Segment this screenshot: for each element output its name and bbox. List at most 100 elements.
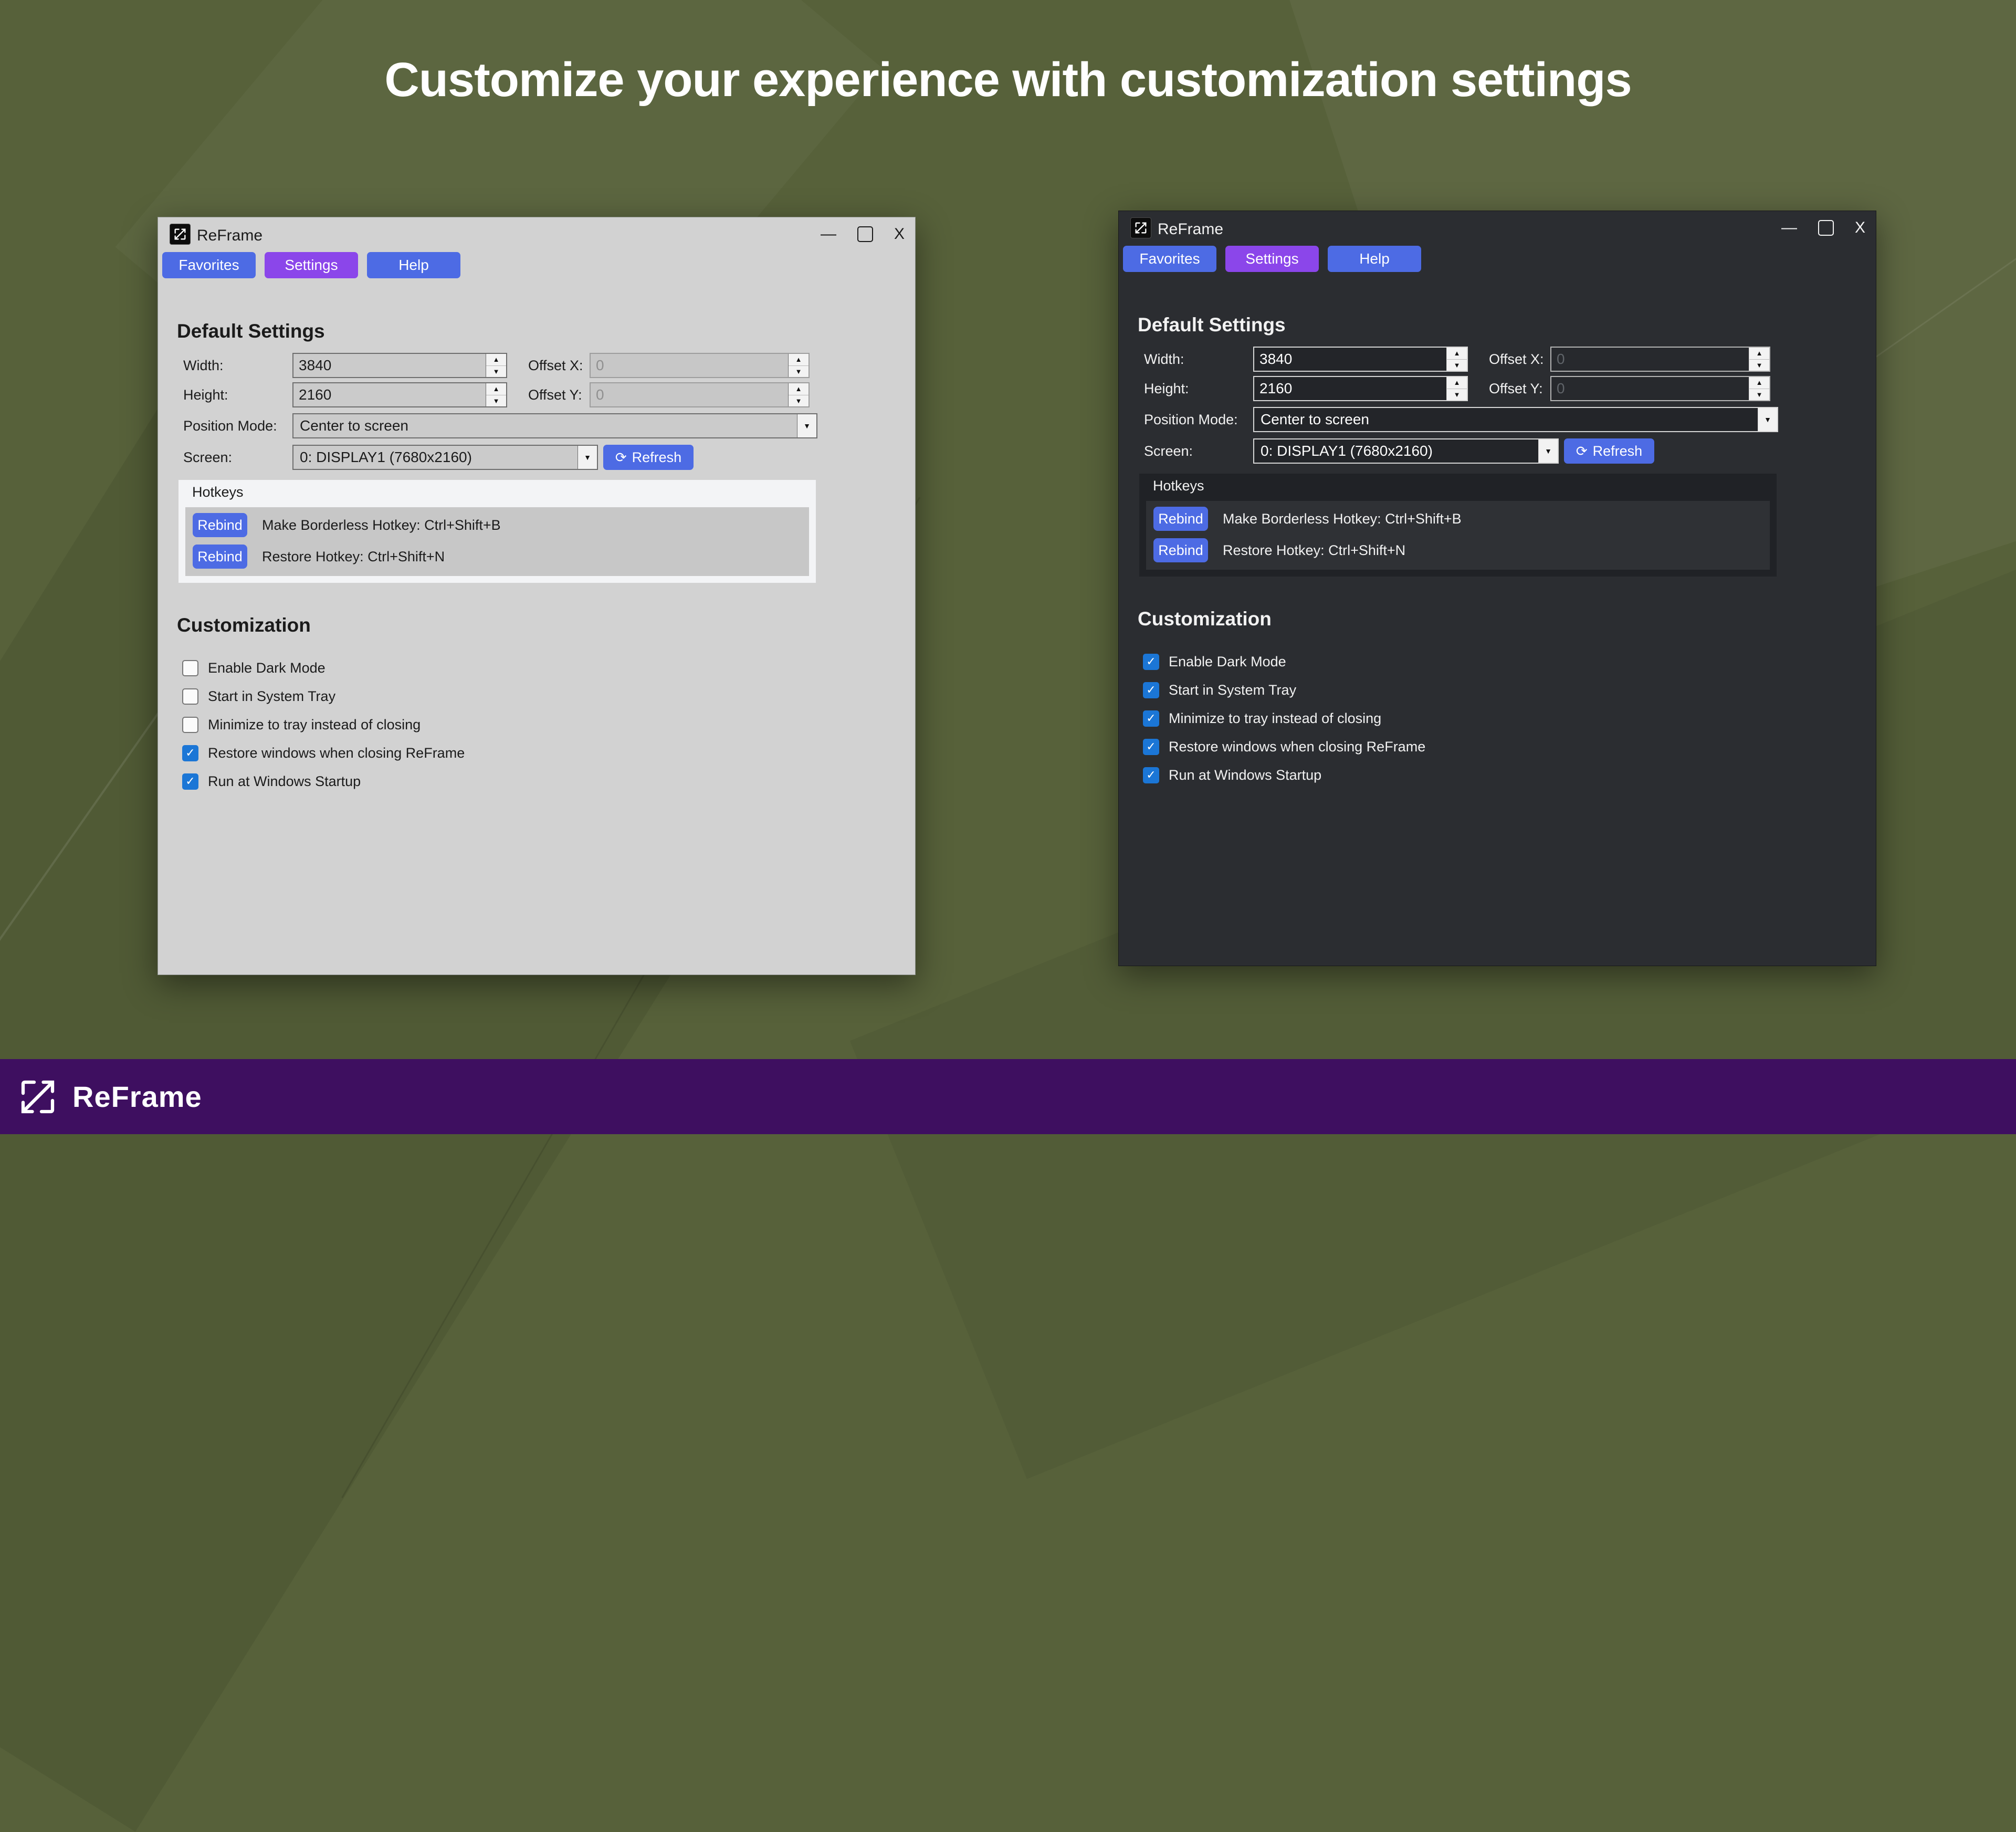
checkbox-start-in-system-tray[interactable]: ✓ — [182, 688, 198, 705]
spinner-up-icon: ▲ — [795, 355, 802, 363]
checkbox-run-at-startup[interactable]: ✓ — [182, 773, 198, 790]
spinner-up-icon: ▲ — [493, 385, 500, 393]
refresh-icon: ⟳ — [615, 451, 627, 464]
dropdown-arrow-icon: ▼ — [797, 414, 816, 437]
option-minimize-to-tray: ✓ Minimize to tray instead of closing — [1143, 709, 1381, 728]
offset-y-label: Offset Y: — [1489, 376, 1543, 401]
reframe-logo-icon — [16, 1075, 60, 1119]
offset-x-decrement-button[interactable]: ▼ — [1749, 359, 1769, 371]
maximize-button[interactable] — [1818, 220, 1834, 236]
checkbox-restore-windows[interactable]: ✓ — [182, 745, 198, 761]
offset-y-value[interactable] — [1551, 377, 1749, 400]
hotkeys-panel: Rebind Make Borderless Hotkey: Ctrl+Shif… — [185, 507, 809, 576]
offset-y-input[interactable]: ▲▼ — [590, 382, 810, 407]
position-mode-label: Position Mode: — [1144, 407, 1238, 432]
position-mode-select[interactable]: Center to screen ▼ — [292, 413, 817, 438]
maximize-button[interactable] — [857, 226, 873, 242]
width-value[interactable] — [293, 354, 486, 377]
offset-x-decrement-button[interactable]: ▼ — [789, 365, 808, 378]
checkbox-enable-dark-mode[interactable]: ✓ — [1143, 654, 1159, 670]
check-icon: ✓ — [1146, 741, 1156, 752]
width-increment-button[interactable]: ▲ — [486, 354, 506, 365]
height-decrement-button[interactable]: ▼ — [486, 395, 506, 407]
spinner-down-icon: ▼ — [1756, 391, 1763, 399]
tab-settings[interactable]: Settings — [1225, 246, 1319, 272]
hotkey-row: Rebind Make Borderless Hotkey: Ctrl+Shif… — [193, 512, 802, 538]
refresh-button[interactable]: ⟳ Refresh — [603, 445, 694, 470]
check-icon: ✓ — [185, 776, 195, 787]
tab-favorites[interactable]: Favorites — [1123, 246, 1216, 272]
position-mode-value: Center to screen — [293, 417, 797, 434]
customization-heading: Customization — [177, 614, 311, 636]
checkbox-run-at-startup[interactable]: ✓ — [1143, 767, 1159, 783]
height-decrement-button[interactable]: ▼ — [1447, 389, 1467, 401]
height-value[interactable] — [293, 383, 486, 406]
offset-y-decrement-button[interactable]: ▼ — [789, 395, 808, 407]
rebind-restore-button[interactable]: Rebind — [1153, 538, 1208, 562]
offset-x-value[interactable] — [591, 354, 788, 377]
hotkeys-group: Hotkeys Rebind Make Borderless Hotkey: C… — [1139, 474, 1777, 577]
width-input[interactable]: ▲▼ — [292, 353, 507, 378]
option-start-in-system-tray: ✓ Start in System Tray — [1143, 681, 1296, 699]
offset-x-value[interactable] — [1551, 348, 1749, 371]
tab-help[interactable]: Help — [1328, 246, 1421, 272]
checkbox-start-in-system-tray[interactable]: ✓ — [1143, 682, 1159, 698]
hotkey-row: Rebind Restore Hotkey: Ctrl+Shift+N — [193, 544, 802, 569]
spinner-down-icon: ▼ — [1756, 361, 1763, 369]
default-settings-heading: Default Settings — [1138, 314, 1286, 336]
width-label: Width: — [1144, 347, 1184, 372]
height-input[interactable]: ▲▼ — [292, 382, 507, 407]
tab-help[interactable]: Help — [367, 252, 460, 278]
offset-y-input[interactable]: ▲▼ — [1550, 376, 1770, 401]
offset-x-increment-button[interactable]: ▲ — [1749, 348, 1769, 359]
hotkey-label: Restore Hotkey: Ctrl+Shift+N — [1223, 542, 1405, 559]
page-title: Customize your experience with customiza… — [0, 53, 2016, 108]
screen-select[interactable]: 0: DISPLAY1 (7680x2160) ▼ — [292, 445, 598, 470]
checkbox-minimize-to-tray[interactable]: ✓ — [182, 717, 198, 733]
height-increment-button[interactable]: ▲ — [1447, 377, 1467, 389]
width-decrement-button[interactable]: ▼ — [486, 365, 506, 378]
width-input[interactable]: ▲▼ — [1253, 347, 1468, 372]
offset-x-increment-button[interactable]: ▲ — [789, 354, 808, 365]
checkbox-restore-windows[interactable]: ✓ — [1143, 739, 1159, 755]
window-title: ReFrame — [197, 227, 262, 245]
height-value[interactable] — [1254, 377, 1446, 400]
close-button[interactable]: X — [1855, 218, 1865, 237]
rebind-restore-button[interactable]: Rebind — [193, 545, 247, 569]
option-run-at-startup: ✓ Run at Windows Startup — [182, 772, 361, 791]
spinner-down-icon: ▼ — [1454, 391, 1461, 399]
tab-settings[interactable]: Settings — [265, 252, 358, 278]
hotkey-row: Rebind Restore Hotkey: Ctrl+Shift+N — [1153, 538, 1762, 563]
default-settings-heading: Default Settings — [177, 320, 325, 342]
position-mode-select[interactable]: Center to screen ▼ — [1253, 407, 1778, 432]
rebind-borderless-button[interactable]: Rebind — [193, 513, 247, 537]
width-increment-button[interactable]: ▲ — [1447, 348, 1467, 359]
screen-label: Screen: — [183, 445, 232, 470]
offset-y-increment-button[interactable]: ▲ — [789, 383, 808, 395]
height-input[interactable]: ▲▼ — [1253, 376, 1468, 401]
check-icon: ✓ — [1146, 713, 1156, 724]
checkbox-minimize-to-tray[interactable]: ✓ — [1143, 710, 1159, 727]
rebind-borderless-button[interactable]: Rebind — [1153, 507, 1208, 531]
hotkeys-group: Hotkeys Rebind Make Borderless Hotkey: C… — [178, 480, 816, 583]
app-icon — [170, 224, 191, 245]
hotkeys-heading: Hotkeys — [1153, 478, 1204, 494]
minimize-button[interactable]: — — [1781, 218, 1797, 237]
tab-favorites[interactable]: Favorites — [162, 252, 256, 278]
screen-select[interactable]: 0: DISPLAY1 (7680x2160) ▼ — [1253, 438, 1559, 464]
checkbox-enable-dark-mode[interactable]: ✓ — [182, 660, 198, 676]
minimize-button[interactable]: — — [821, 225, 836, 244]
offset-y-increment-button[interactable]: ▲ — [1749, 377, 1769, 389]
offset-y-value[interactable] — [591, 383, 788, 406]
close-button[interactable]: X — [894, 225, 905, 244]
check-icon: ✓ — [185, 747, 195, 759]
spinner-up-icon: ▲ — [1756, 349, 1763, 357]
width-decrement-button[interactable]: ▼ — [1447, 359, 1467, 371]
height-increment-button[interactable]: ▲ — [486, 383, 506, 395]
offset-y-decrement-button[interactable]: ▼ — [1749, 389, 1769, 401]
offset-x-input[interactable]: ▲▼ — [1550, 347, 1770, 372]
offset-x-input[interactable]: ▲▼ — [590, 353, 810, 378]
refresh-button[interactable]: ⟳ Refresh — [1564, 438, 1654, 464]
position-mode-label: Position Mode: — [183, 413, 277, 438]
width-value[interactable] — [1254, 348, 1446, 371]
